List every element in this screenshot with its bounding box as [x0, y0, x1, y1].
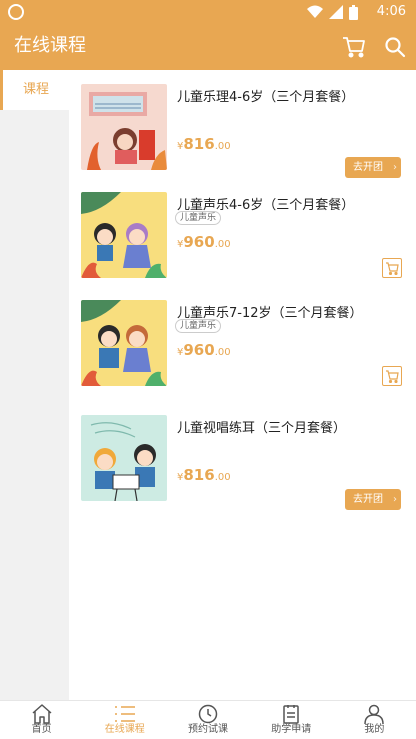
chevron-right-icon: ›	[393, 494, 397, 505]
course-item[interactable]: 儿童视唱练耳（三个月套餐） ¥816.00 去开团 ›	[69, 415, 416, 510]
course-tag: 儿童声乐	[175, 319, 222, 333]
app-bar: 在线课程	[0, 24, 416, 70]
course-tag: 儿童声乐	[175, 211, 222, 225]
clipboard-icon	[283, 705, 299, 724]
status-bar: 4:06	[0, 0, 416, 24]
nav-study-aid[interactable]: 助学申请	[250, 701, 333, 739]
course-item[interactable]: 儿童声乐7-12岁（三个月套餐） 儿童声乐 ¥960.00	[69, 300, 416, 390]
bottom-navigation: 首页 在线课程 预约试课 助学申请 我的	[0, 700, 416, 739]
cart-icon	[386, 261, 399, 275]
category-sidebar: 课程	[0, 70, 69, 700]
nav-online-courses[interactable]: 在线课程	[83, 701, 166, 739]
search-button[interactable]	[384, 36, 406, 58]
course-price: ¥816.00	[177, 135, 231, 153]
home-icon	[32, 704, 52, 724]
course-thumbnail	[81, 84, 167, 170]
start-group-button[interactable]: 去开团 ›	[345, 157, 401, 178]
course-item[interactable]: 儿童声乐4-6岁（三个月套餐） 儿童声乐 ¥960.00	[69, 192, 416, 282]
cart-icon	[386, 369, 399, 383]
status-time: 4:06	[376, 4, 406, 19]
search-icon	[385, 37, 406, 58]
nav-book-trial[interactable]: 预约试课	[166, 701, 249, 739]
clock-icon	[198, 704, 218, 724]
battery-icon	[349, 4, 358, 20]
nav-home[interactable]: 首页	[0, 701, 83, 739]
course-thumbnail	[81, 192, 167, 278]
cart-button[interactable]	[342, 36, 366, 58]
notification-icon	[8, 4, 24, 20]
status-icons	[307, 4, 358, 20]
chevron-right-icon: ›	[393, 162, 397, 173]
signal-icon	[329, 5, 343, 19]
course-thumbnail	[81, 415, 167, 501]
sidebar-item-course[interactable]: 课程	[0, 70, 69, 110]
course-name: 儿童视唱练耳（三个月套餐）	[177, 421, 347, 436]
start-group-button[interactable]: 去开团 ›	[345, 489, 401, 510]
course-item[interactable]: 儿童乐理4-6岁（三个月套餐） ¥816.00 去开团 ›	[69, 84, 416, 178]
page-title: 在线课程	[14, 35, 86, 56]
course-price: ¥960.00	[177, 233, 231, 251]
course-thumbnail	[81, 300, 167, 386]
course-price: ¥960.00	[177, 341, 231, 359]
course-price: ¥816.00	[177, 466, 231, 484]
person-icon	[364, 704, 385, 724]
add-to-cart-button[interactable]	[382, 366, 402, 386]
list-icon	[114, 706, 135, 722]
wifi-icon	[307, 5, 323, 18]
nav-mine[interactable]: 我的	[333, 701, 416, 739]
course-name: 儿童乐理4-6岁（三个月套餐）	[177, 90, 355, 105]
add-to-cart-button[interactable]	[382, 258, 402, 278]
cart-icon	[343, 37, 365, 58]
